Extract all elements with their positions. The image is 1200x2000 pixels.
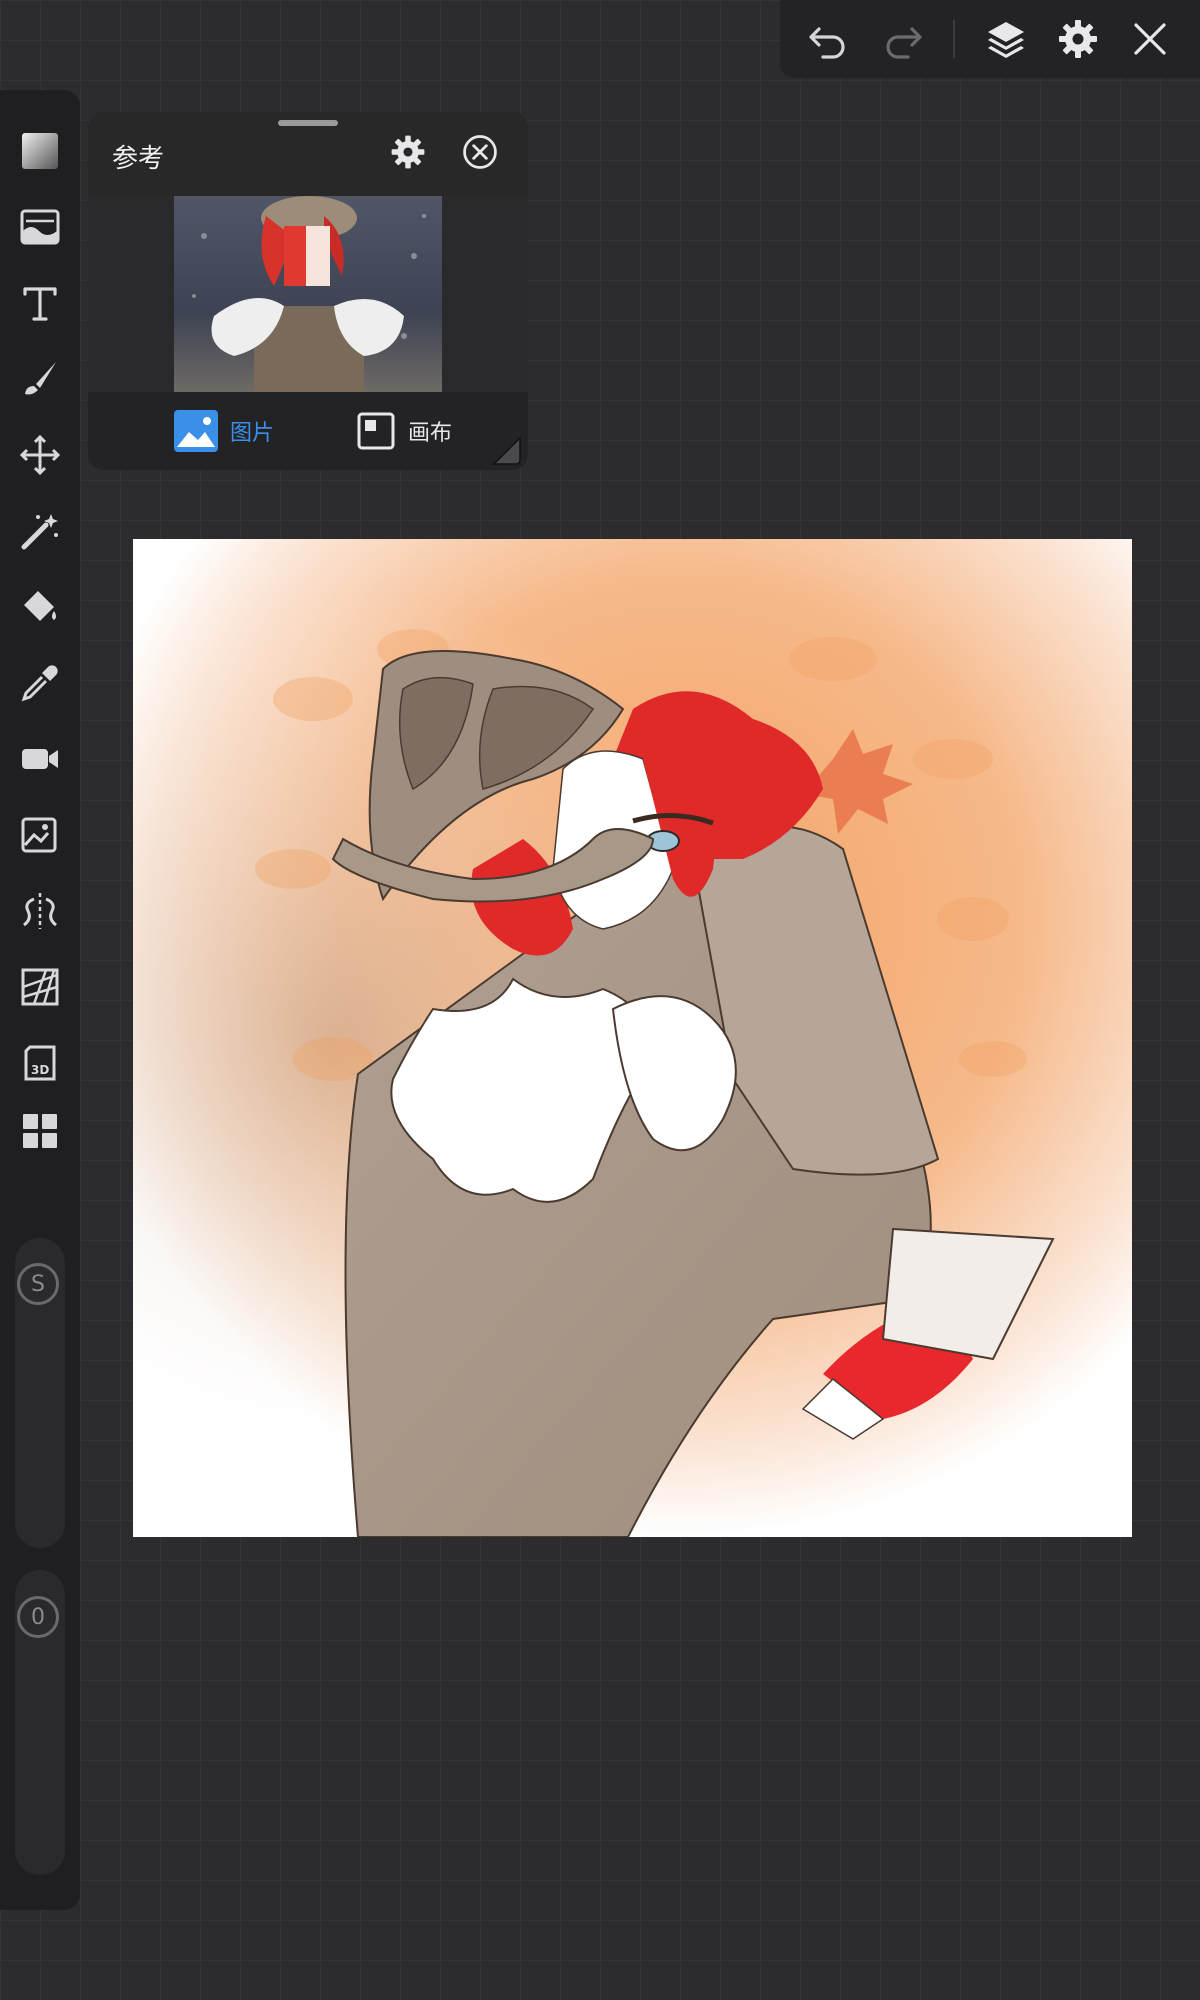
close-button[interactable] bbox=[1121, 10, 1179, 68]
gear-icon bbox=[1059, 20, 1097, 58]
reference-panel-footer: 图片 画布 bbox=[88, 392, 528, 470]
left-toolbar: 3D S 0 bbox=[0, 90, 80, 1910]
reference-settings-button[interactable] bbox=[388, 132, 432, 176]
video-camera-icon bbox=[22, 749, 58, 769]
eyedropper-icon bbox=[21, 665, 58, 702]
tab-canvas-label: 画布 bbox=[408, 421, 453, 446]
reference-panel-title: 参考 bbox=[112, 144, 165, 174]
more-tools-button[interactable] bbox=[10, 1101, 70, 1161]
close-circle-icon bbox=[463, 135, 497, 169]
gear-icon bbox=[391, 135, 425, 169]
perspective-grid-icon bbox=[21, 968, 59, 1006]
undo-button[interactable] bbox=[798, 10, 856, 68]
top-toolbar bbox=[780, 0, 1200, 78]
gradient-tool-button[interactable] bbox=[10, 121, 70, 181]
reference-image bbox=[174, 196, 442, 392]
tab-image[interactable]: 图片 bbox=[174, 410, 274, 452]
tab-canvas[interactable]: 画布 bbox=[356, 410, 452, 452]
opacity-badge: 0 bbox=[17, 1596, 59, 1638]
tab-image-label: 图片 bbox=[230, 421, 275, 446]
canvas-artwork bbox=[133, 539, 1132, 1537]
transform-tool-button[interactable] bbox=[10, 425, 70, 485]
reference-panel-header[interactable]: 参考 bbox=[88, 112, 528, 196]
resize-handle[interactable] bbox=[488, 432, 522, 466]
layers-icon bbox=[988, 22, 1024, 58]
3d-icon: 3D bbox=[24, 1045, 56, 1081]
symmetry-icon bbox=[23, 893, 57, 929]
image-adjust-tool-button[interactable] bbox=[10, 805, 70, 865]
text-tool-button[interactable] bbox=[10, 273, 70, 333]
redo-icon bbox=[886, 27, 922, 59]
canvas-icon bbox=[357, 412, 395, 450]
toolbar-divider bbox=[953, 20, 955, 58]
eyedropper-tool-button[interactable] bbox=[10, 653, 70, 713]
layers-button[interactable] bbox=[977, 10, 1035, 68]
close-icon bbox=[1134, 23, 1166, 55]
brush-size-badge: S bbox=[17, 1263, 59, 1305]
resize-corner-icon bbox=[492, 436, 521, 465]
undo-icon bbox=[809, 27, 845, 59]
move-icon bbox=[19, 434, 61, 476]
image-adjust-icon bbox=[21, 817, 57, 853]
fill-bucket-tool-button[interactable] bbox=[10, 577, 70, 637]
image-icon bbox=[174, 410, 218, 452]
drag-handle[interactable] bbox=[278, 120, 338, 126]
filter-icon bbox=[20, 209, 60, 245]
magic-wand-tool-button[interactable] bbox=[10, 501, 70, 561]
perspective-tool-button[interactable] bbox=[10, 957, 70, 1017]
settings-button[interactable] bbox=[1049, 10, 1107, 68]
brush-tool-button[interactable] bbox=[10, 349, 70, 409]
symmetry-tool-button[interactable] bbox=[10, 881, 70, 941]
svg-text:3D: 3D bbox=[31, 1063, 49, 1077]
gradient-icon bbox=[22, 133, 58, 169]
redo-button[interactable] bbox=[875, 10, 933, 68]
drawing-canvas[interactable] bbox=[133, 539, 1132, 1537]
reference-close-button[interactable] bbox=[460, 132, 504, 176]
filter-tool-button[interactable] bbox=[10, 197, 70, 257]
brush-icon bbox=[25, 362, 56, 395]
magic-wand-icon bbox=[21, 514, 58, 550]
text-icon bbox=[23, 287, 57, 321]
video-record-tool-button[interactable] bbox=[10, 729, 70, 789]
fill-bucket-icon bbox=[24, 591, 56, 621]
grid-menu-icon bbox=[23, 1114, 57, 1148]
3d-tool-button[interactable]: 3D bbox=[10, 1033, 70, 1093]
reference-panel[interactable]: 参考 图片 画布 bbox=[88, 112, 528, 470]
